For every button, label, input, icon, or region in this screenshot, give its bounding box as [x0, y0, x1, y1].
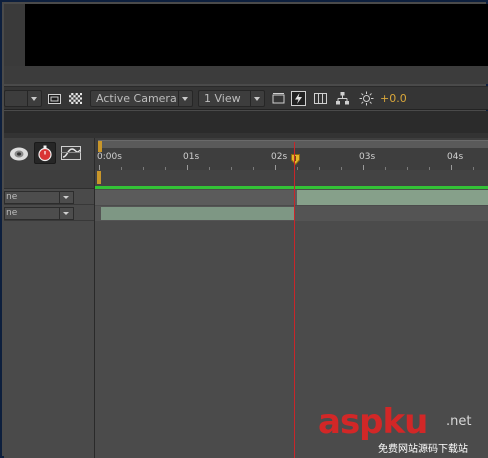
blend-mode-label: ne: [6, 192, 18, 202]
layer-switches-panel: ne ne: [4, 170, 94, 458]
layer-duration-bar[interactable]: [95, 190, 488, 205]
ruler-label-1: 01s: [183, 152, 200, 162]
viewer-pasteboard-bottom: [4, 66, 488, 84]
draft-3d-icon[interactable]: [8, 142, 30, 164]
blend-mode-dropdown[interactable]: ne: [4, 191, 74, 204]
chevron-down-icon: [178, 91, 192, 106]
resolution-dropdown[interactable]: [4, 90, 42, 107]
exposure-reset-icon[interactable]: [359, 91, 374, 106]
time-ruler[interactable]: 0:00s 01s 02s 03s 04s: [94, 138, 488, 170]
ruler-label-2: 02s: [271, 152, 288, 162]
render-cache-indicator: [95, 186, 488, 189]
chevron-down-icon: [27, 91, 41, 106]
camera-dropdown[interactable]: Active Camera: [90, 90, 193, 107]
chevron-down-icon: [59, 192, 73, 203]
ruler-label-3: 03s: [359, 152, 376, 162]
watermark-suffix: .net: [446, 414, 472, 429]
watermark: aspku .net 免费网站源码下载站: [318, 402, 488, 458]
flowchart-icon[interactable]: [335, 91, 350, 106]
composition-viewer: [4, 4, 488, 84]
blend-mode-dropdown[interactable]: ne: [4, 207, 74, 220]
watermark-tagline: 免费网站源码下载站: [378, 444, 468, 455]
layer-bar-selected-segment[interactable]: [297, 190, 488, 205]
region-of-interest-icon[interactable]: [47, 91, 62, 106]
layer-header-row: [4, 170, 94, 189]
stopwatch-icon: [38, 145, 52, 162]
transparency-grid-icon[interactable]: [68, 91, 83, 106]
blend-mode-label: ne: [6, 208, 18, 218]
chevron-down-icon: [59, 208, 73, 219]
motion-blur-toggle[interactable]: [34, 142, 56, 164]
timeline-toggle-icon[interactable]: [313, 91, 328, 106]
viewer-toolbar: Active Camera 1 View +0.0: [4, 86, 488, 110]
layer-row[interactable]: ne: [4, 190, 94, 205]
pixel-aspect-icon[interactable]: [271, 91, 286, 106]
graph-editor-icon[interactable]: [60, 142, 82, 164]
app-frame: Active Camera 1 View +0.0 0:00s 01s 02s …: [0, 0, 488, 458]
playhead-handle-icon[interactable]: [291, 154, 300, 165]
layer-row[interactable]: ne: [4, 206, 94, 221]
fast-previews-icon[interactable]: [291, 91, 306, 106]
work-area-start-handle[interactable]: [98, 141, 102, 152]
composition-canvas[interactable]: [25, 4, 488, 66]
watermark-brand: aspku: [318, 402, 428, 442]
current-time-indicator-line[interactable]: [294, 142, 295, 458]
layer-duration-bar[interactable]: [95, 206, 488, 221]
view-layout-label: 1 View: [204, 92, 241, 105]
chevron-down-icon: [250, 91, 264, 106]
work-area-track: [95, 170, 488, 186]
ruler-label-0: 0:00s: [97, 152, 122, 162]
panel-divider: [4, 111, 488, 133]
view-layout-dropdown[interactable]: 1 View: [198, 90, 265, 107]
exposure-value[interactable]: +0.0: [380, 91, 407, 106]
layer-in-point-handle[interactable]: [97, 171, 101, 184]
layer-bar-selected-segment[interactable]: [101, 207, 294, 220]
work-area-bar[interactable]: [98, 140, 488, 152]
camera-dropdown-label: Active Camera: [96, 92, 177, 105]
ruler-label-4: 04s: [447, 152, 464, 162]
